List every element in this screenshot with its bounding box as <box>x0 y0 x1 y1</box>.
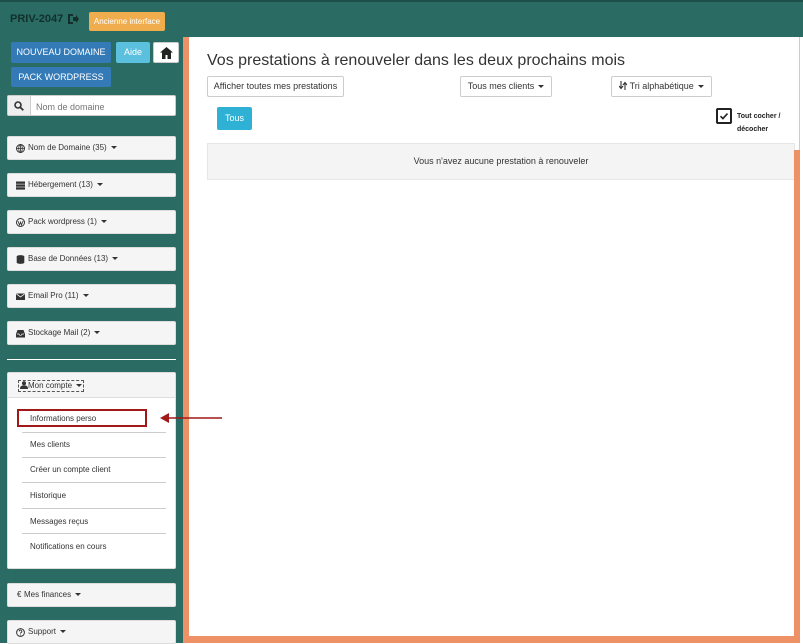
search-addon <box>8 96 31 115</box>
right-accent-bar <box>794 150 800 640</box>
inbox-icon <box>16 330 25 338</box>
pointer-arrow-icon <box>160 413 222 423</box>
caret-down-icon <box>538 85 545 89</box>
separator <box>22 457 166 458</box>
check-all-label: Tout cocher / décocher <box>737 110 787 136</box>
empty-state-message: Vous n'avez aucune prestation à renouvel… <box>207 143 795 180</box>
menu-mail-storage[interactable]: Stockage Mail (2) <box>7 321 176 345</box>
menu-hosting[interactable]: Hébergement (13) <box>7 173 176 197</box>
separator <box>22 508 166 509</box>
account-panel-header[interactable]: Mon compte <box>8 373 175 398</box>
caret-down-icon <box>100 220 107 224</box>
separator <box>22 432 166 433</box>
check-all-checkbox[interactable] <box>716 108 732 124</box>
sort-label: Tri alphabétique <box>629 81 694 91</box>
menu-databases-label: Base de Données (13) <box>28 254 109 263</box>
account-toggle[interactable]: Mon compte <box>18 380 85 392</box>
caret-down-icon <box>94 331 101 335</box>
separator <box>22 533 166 534</box>
sidebar-divider <box>7 359 176 360</box>
caret-down-icon <box>76 384 83 388</box>
menu-email-pro[interactable]: Email Pro (11) <box>7 284 176 308</box>
menu-email-pro-label: Email Pro (11) <box>28 291 79 300</box>
caret-down-icon <box>75 593 82 597</box>
check-all-label-line2: décocher <box>737 126 769 133</box>
bottom-accent-bar <box>189 636 800 643</box>
show-all-services-button[interactable]: Afficher toutes mes prestations <box>207 76 344 97</box>
all-filter-button[interactable]: Tous <box>217 107 252 130</box>
menu-mail-storage-label: Stockage Mail (2) <box>28 328 91 337</box>
sort-icon <box>618 81 628 90</box>
menu-hosting-label: Hébergement (13) <box>28 180 93 189</box>
account-item-my-clients[interactable]: Mes clients <box>30 440 70 449</box>
question-circle-icon <box>16 628 25 637</box>
sidebar-accent-line <box>183 37 189 643</box>
menu-wordpress[interactable]: Pack wordpress (1) <box>7 210 176 234</box>
user-icon <box>20 381 28 389</box>
account-title: Mon compte <box>28 381 73 390</box>
menu-databases[interactable]: Base de Données (13) <box>7 247 176 271</box>
domain-search <box>7 95 176 116</box>
old-interface-button[interactable]: Ancienne interface <box>89 12 165 31</box>
home-button[interactable] <box>153 42 179 63</box>
help-button[interactable]: Aide <box>116 42 150 63</box>
sort-dropdown[interactable]: Tri alphabétique <box>611 76 712 97</box>
clients-filter-dropdown[interactable]: Tous mes clients <box>460 76 552 97</box>
wordpress-icon <box>16 218 25 227</box>
check-all-label-line1: Tout cocher / <box>737 113 781 120</box>
database-icon <box>16 255 25 264</box>
search-icon <box>14 101 24 111</box>
menu-domains-label: Nom de Domaine (35) <box>28 143 107 152</box>
separator <box>22 482 166 483</box>
menu-finances-label: Mes finances <box>24 590 72 599</box>
account-item-create-client[interactable]: Créer un compte client <box>30 465 110 474</box>
menu-wordpress-label: Pack wordpress (1) <box>28 217 97 226</box>
caret-down-icon <box>82 294 89 298</box>
caret-down-icon <box>60 630 67 634</box>
server-icon <box>16 181 25 190</box>
caret-down-icon <box>112 257 119 261</box>
menu-domains[interactable]: Nom de Domaine (35) <box>7 136 176 160</box>
new-domain-button[interactable]: NOUVEAU DOMAINE <box>11 42 111 63</box>
envelope-icon <box>16 293 25 300</box>
logout-icon[interactable] <box>67 13 79 25</box>
menu-support-label: Support <box>28 627 57 636</box>
caret-down-icon <box>697 85 704 89</box>
checkmark-icon <box>719 113 729 120</box>
menu-support[interactable]: Support <box>7 620 176 644</box>
account-id: PRIV-2047 <box>10 13 64 25</box>
caret-down-icon <box>110 146 117 150</box>
clients-filter-label: Tous mes clients <box>467 81 535 91</box>
page-title: Vos prestations à renouveler dans les de… <box>207 52 626 69</box>
top-bar: PRIV-2047 Ancienne interface <box>0 0 803 37</box>
highlight-box <box>17 409 147 427</box>
account-item-messages[interactable]: Messages reçus <box>30 517 88 526</box>
account-item-notifications[interactable]: Notifications en cours <box>30 542 106 551</box>
menu-finances[interactable]: € Mes finances <box>7 583 176 607</box>
globe-icon <box>16 144 25 153</box>
euro-icon: € <box>17 590 22 599</box>
domain-search-input[interactable] <box>34 98 176 115</box>
caret-down-icon <box>96 183 103 187</box>
home-icon <box>160 47 173 59</box>
wordpress-pack-button[interactable]: PACK WORDPRESS <box>11 67 111 87</box>
account-item-history[interactable]: Historique <box>30 491 66 500</box>
